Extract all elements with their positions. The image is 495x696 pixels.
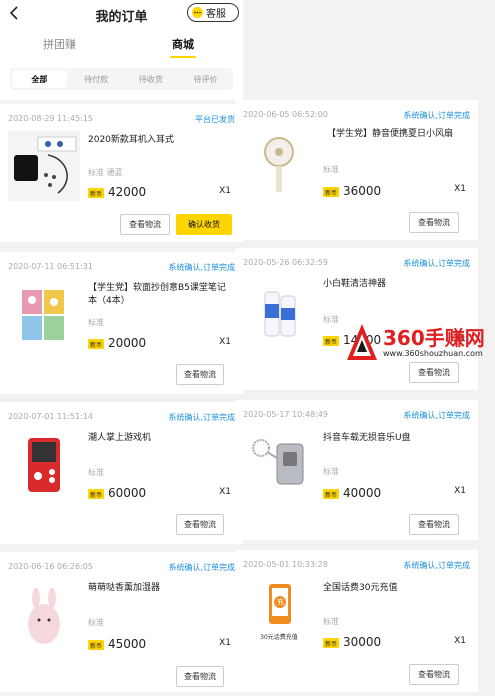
coin-badge: 新币	[88, 188, 104, 198]
customer-service-button[interactable]: 客服	[187, 3, 239, 22]
product-name: 【学生党】静音便携夏日小风扇	[327, 129, 454, 139]
product-image-fan[interactable]	[243, 130, 315, 200]
service-label: 客服	[206, 9, 226, 20]
product-qty: X1	[219, 638, 231, 648]
order-card: 2020-06-05 06:52:00 系统确认,订单完成 【学生党】静音便携夏…	[235, 100, 478, 240]
order-card: 2020-07-11 06:51:31 系统确认,订单完成 【学生党】软面抄创意…	[0, 252, 243, 394]
tab-pintuan[interactable]: 拼团赚	[43, 36, 76, 52]
view-logistics-button[interactable]: 查看物流	[176, 514, 224, 535]
order-status: 平台已发货	[195, 115, 235, 124]
order-time: 2020-06-05 06:52:00	[243, 110, 328, 119]
order-time: 2020-07-01 11:51:14	[8, 412, 93, 421]
order-time: 2020-07-11 06:51:31	[8, 262, 93, 271]
product-name: 全国话费30元充值	[323, 583, 398, 593]
product-name: 小白鞋清洁神器	[323, 279, 387, 289]
coin-badge: 新币	[323, 638, 339, 648]
view-logistics-button[interactable]: 查看物流	[176, 666, 224, 687]
view-logistics-button[interactable]: 查看物流	[409, 514, 459, 535]
coin-badge: 新币	[323, 489, 339, 499]
product-image-shoe-cleaner[interactable]	[243, 278, 315, 348]
order-status: 系统确认,订单完成	[403, 111, 470, 120]
product-qty: X1	[454, 636, 466, 646]
order-time: 2020-05-26 06:32:59	[243, 258, 328, 267]
product-price: 20000	[108, 336, 147, 350]
coin-badge: 新币	[323, 187, 339, 197]
view-logistics-button[interactable]: 查看物流	[176, 364, 224, 385]
product-price: 60000	[108, 486, 147, 500]
product-name: 【学生党】软面抄创意B5课堂笔记本（4本）	[88, 283, 226, 306]
order-status: 系统确认,订单完成	[403, 411, 470, 420]
coin-badge: 新币	[88, 339, 104, 349]
product-image-phone-credit[interactable]: 充 30元话费充值	[243, 578, 315, 648]
coin-badge: 新币	[88, 640, 104, 650]
product-spec: 标准 通蓝	[88, 168, 123, 177]
filter-tabs: 全部 待付款 待收货 待评价	[10, 68, 233, 90]
watermark-text: 360手赚网 www.360shouzhuan.com	[383, 327, 485, 358]
filter-pending-receipt[interactable]: 待收货	[124, 68, 179, 90]
product-image-humidifier[interactable]	[8, 580, 80, 650]
coin-badge: 新币	[88, 489, 104, 499]
top-tabs: 拼团赚 商城	[0, 36, 243, 60]
product-name: 潮人掌上游戏机	[88, 433, 152, 443]
product-spec: 标准	[323, 165, 339, 174]
header: 我的订单 客服 拼团赚 商城 全部 待付款 待收货 待评价	[0, 0, 243, 100]
filter-pending-review[interactable]: 待评价	[178, 68, 233, 90]
chat-icon	[192, 7, 203, 18]
tab-mall[interactable]: 商城	[172, 36, 194, 52]
filter-all[interactable]: 全部	[12, 70, 67, 88]
coin-badge: 新币	[323, 336, 339, 346]
filter-pending-payment[interactable]: 待付款	[69, 68, 124, 90]
order-status: 系统确认,订单完成	[403, 561, 470, 570]
product-spec: 标准	[323, 315, 339, 324]
order-card: 2020-05-17 10:48:49 系统确认,订单完成 抖音车载无损音乐U盘…	[235, 400, 478, 540]
thumb-recharge-glyph: 充	[277, 598, 284, 606]
product-spec: 标准	[88, 318, 104, 327]
product-qty: X1	[219, 487, 231, 497]
watermark-url: www.360shouzhuan.com	[383, 348, 483, 358]
watermark-title: 360手赚网	[383, 325, 485, 350]
order-time: 2020-05-01 10:33:28	[243, 560, 328, 569]
product-name: 抖音车载无损音乐U盘	[323, 433, 411, 443]
confirm-receipt-button[interactable]: 确认收货	[176, 214, 232, 235]
product-price: 42000	[108, 185, 147, 199]
product-spec: 标准	[88, 468, 104, 477]
watermark-logo-icon	[347, 324, 377, 360]
product-image-earphones[interactable]	[8, 131, 80, 201]
product-qty: X1	[219, 186, 231, 196]
product-price: 45000	[108, 637, 147, 651]
product-qty: X1	[454, 184, 466, 194]
product-qty: X1	[454, 486, 466, 496]
order-card: 2020-05-26 06:32:59 系统确认,订单完成 小白鞋清洁神器 标准…	[235, 248, 478, 390]
thumb-caption: 30元话费充值	[260, 634, 298, 641]
active-tab-indicator	[170, 56, 196, 58]
order-time: 2020-05-17 10:48:49	[243, 410, 328, 419]
product-image-usb-drive[interactable]	[243, 428, 315, 498]
view-logistics-button[interactable]: 查看物流	[409, 362, 459, 383]
product-image-notebooks[interactable]	[8, 280, 80, 350]
order-card: 2020-07-01 11:51:14 系统确认,订单完成 潮人掌上游戏机 标准…	[0, 402, 243, 544]
product-qty: X1	[219, 337, 231, 347]
order-card: 2020-08-29 11:45:15 平台已发货 2020新款耳机入耳式 标准…	[0, 104, 243, 242]
order-status: 系统确认,订单完成	[403, 259, 470, 268]
product-price: 36000	[343, 184, 382, 198]
product-spec: 标准	[88, 618, 104, 627]
product-price: 30000	[343, 635, 382, 649]
product-spec: 标准	[323, 617, 339, 626]
order-card: 2020-06-16 06:26:05 系统确认,订单完成 萌萌哒香薰加湿器 标…	[0, 552, 243, 692]
order-time: 2020-06-16 06:26:05	[8, 562, 93, 571]
order-status: 系统确认,订单完成	[168, 263, 235, 272]
view-logistics-button[interactable]: 查看物流	[409, 664, 459, 685]
order-time: 2020-08-29 11:45:15	[8, 114, 93, 123]
watermark: 360手赚网 www.360shouzhuan.com	[345, 322, 485, 362]
view-logistics-button[interactable]: 查看物流	[120, 214, 170, 235]
order-status: 系统确认,订单完成	[168, 413, 235, 422]
product-price: 40000	[343, 486, 382, 500]
order-status: 系统确认,订单完成	[168, 563, 235, 572]
order-card: 2020-05-01 10:33:28 系统确认,订单完成 充 30元话费充值 …	[235, 550, 478, 692]
view-logistics-button[interactable]: 查看物流	[409, 212, 459, 233]
product-name: 萌萌哒香薰加湿器	[88, 583, 161, 593]
product-image-game-console[interactable]	[8, 430, 80, 500]
product-spec: 标准	[323, 467, 339, 476]
product-name: 2020新款耳机入耳式	[88, 135, 174, 145]
